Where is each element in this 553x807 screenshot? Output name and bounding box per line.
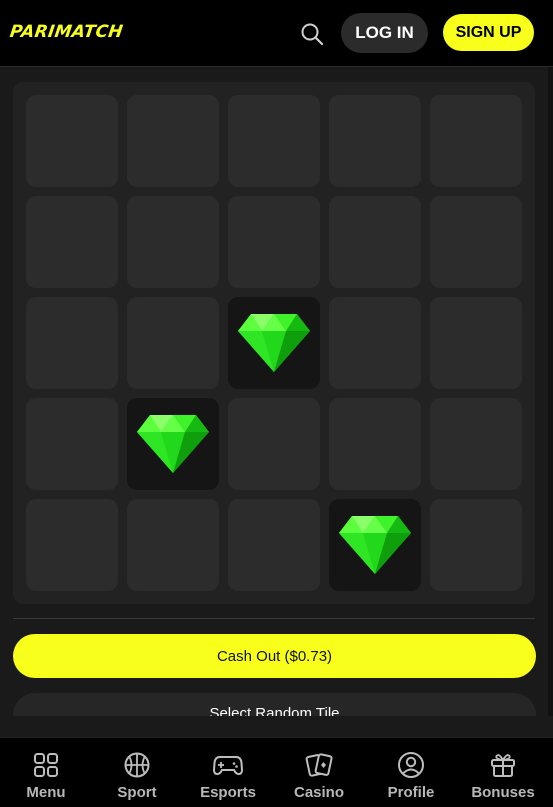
tile-hidden[interactable]	[228, 499, 320, 591]
tile-hidden[interactable]	[26, 95, 118, 187]
search-button[interactable]	[296, 18, 328, 50]
gift-icon	[491, 754, 515, 777]
tile-hidden[interactable]	[329, 297, 421, 389]
tile-hidden[interactable]	[329, 95, 421, 187]
nav-profile[interactable]: Profile	[365, 738, 457, 807]
tile-hidden[interactable]	[26, 297, 118, 389]
nav-bonuses[interactable]: Bonuses	[457, 738, 549, 807]
gem-icon	[339, 516, 411, 574]
nav-label: Menu	[26, 784, 66, 801]
content-fade	[0, 716, 553, 737]
cash-out-button[interactable]: Cash Out ($0.73)	[13, 634, 536, 678]
tile-hidden[interactable]	[430, 499, 522, 591]
tile-hidden[interactable]	[228, 95, 320, 187]
nav-esports[interactable]: Esports	[182, 738, 274, 807]
gem-icon	[137, 415, 209, 473]
nav-casino[interactable]: Casino	[273, 738, 365, 807]
scrollbar-track[interactable]	[548, 67, 553, 737]
nav-label: Casino	[293, 784, 344, 801]
nav-label: Profile	[387, 784, 435, 801]
tile-hidden[interactable]	[26, 398, 118, 490]
divider	[13, 618, 535, 619]
tile-hidden[interactable]	[127, 499, 219, 591]
nav-menu[interactable]: Menu	[0, 738, 92, 807]
tile-hidden[interactable]	[329, 398, 421, 490]
tile-hidden[interactable]	[26, 499, 118, 591]
grid-icon	[34, 753, 58, 777]
tile-hidden[interactable]	[228, 398, 320, 490]
top-header: PARIMATCH LOG IN SIGN UP	[0, 0, 553, 67]
cards-icon	[305, 753, 333, 777]
signup-button[interactable]: SIGN UP	[443, 14, 534, 51]
tile-hidden[interactable]	[430, 398, 522, 490]
search-icon	[301, 23, 324, 46]
user-icon	[398, 752, 424, 778]
tile-hidden[interactable]	[430, 196, 522, 288]
tile-hidden[interactable]	[127, 95, 219, 187]
tile-hidden[interactable]	[228, 196, 320, 288]
gem-icon	[238, 314, 310, 372]
tile-hidden[interactable]	[127, 297, 219, 389]
login-button[interactable]: LOG IN	[341, 13, 428, 53]
basketball-icon	[124, 752, 150, 778]
bottom-nav: Menu Sport Esports Casino Profile Bonuse…	[0, 737, 553, 807]
tile-revealed-gem	[228, 297, 320, 389]
gamepad-icon	[213, 756, 243, 776]
tile-hidden[interactable]	[430, 95, 522, 187]
tile-revealed-gem	[329, 499, 421, 591]
tile-revealed-gem	[127, 398, 219, 490]
nav-label: Sport	[117, 784, 157, 801]
parimatch-logo[interactable]: PARIMATCH	[9, 22, 125, 42]
tile-hidden[interactable]	[127, 196, 219, 288]
tile-hidden[interactable]	[329, 196, 421, 288]
tile-hidden[interactable]	[430, 297, 522, 389]
nav-label: Bonuses	[471, 784, 535, 801]
nav-sport[interactable]: Sport	[91, 738, 183, 807]
nav-label: Esports	[200, 784, 256, 801]
tile-hidden[interactable]	[26, 196, 118, 288]
mines-board	[13, 82, 535, 604]
